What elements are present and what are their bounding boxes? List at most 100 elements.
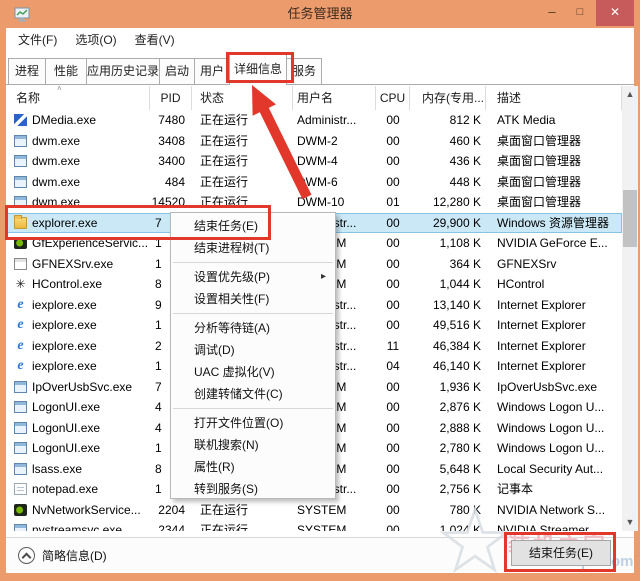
status-cell: 正在运行 [192,520,293,531]
nv-icon [14,504,27,516]
process-name: LogonUI.exe [32,438,100,459]
cpu-cell: 00 [376,459,410,480]
name-cell: ✳HControl.exe [6,274,150,295]
cpu-cell: 04 [376,356,410,377]
context-menu-item-属性(R)[interactable]: 属性(R) [171,456,335,478]
process-name: dwm.exe [32,131,80,152]
mem-cell: 812 K [410,110,486,131]
maximize-button[interactable]: □ [566,0,594,26]
user-cell: SYSTEM [293,520,376,531]
desc-cell: 桌面窗口管理器 [486,192,622,213]
close-button[interactable]: ✕ [596,0,634,26]
context-menu-item-结束进程树(T)[interactable]: 结束进程树(T) [171,237,335,259]
pid-cell: 484 [150,172,192,193]
desc-cell: NVIDIA Streamer... [486,520,622,531]
mem-cell: 46,140 K [410,356,486,377]
win-icon [14,442,27,454]
context-menu-item-联机搜索(N)[interactable]: 联机搜索(N) [171,434,335,456]
context-menu-item-转到服务(S)[interactable]: 转到服务(S) [171,478,335,500]
context-menu-item-调试(D)[interactable]: 调试(D) [171,339,335,361]
scroll-thumb[interactable] [623,190,637,247]
context-menu-item-创建转储文件(C)[interactable]: 创建转储文件(C) [171,383,335,405]
process-name: IpOverUsbSvc.exe [32,377,132,398]
scroll-down-icon[interactable]: ▼ [622,514,638,531]
process-name: iexplore.exe [32,295,97,316]
mem-cell: 2,888 K [410,418,486,439]
name-cell: lsass.exe [6,459,150,480]
table-row[interactable]: nvstreamsvc.exe2344正在运行SYSTEM001,024 KNV… [6,520,622,531]
table-row[interactable]: NvNetworkService...2204正在运行SYSTEM00780 K… [6,500,622,521]
desc-cell: NVIDIA GeForce E... [486,233,622,254]
desc-cell: Windows Logon U... [486,438,622,459]
mem-cell: 780 K [410,500,486,521]
win-icon [14,422,27,434]
mem-cell: 5,648 K [410,459,486,480]
mem-cell: 13,140 K [410,295,486,316]
name-cell: GFNEXSrv.exe [6,254,150,275]
desc-cell: 桌面窗口管理器 [486,172,622,193]
desc-cell: Windows Logon U... [486,397,622,418]
cpu-cell: 01 [376,192,410,213]
column-header-name[interactable]: 名称 [6,86,150,110]
annotation-box-end-task-button [504,532,616,572]
fewer-details-toggle[interactable] [18,547,35,564]
menu-查看(V)[interactable]: 查看(V) [133,29,177,51]
menu-bar: 文件(F) 选项(O) 查看(V) [6,29,177,51]
scroll-up-icon[interactable]: ▲ [622,86,638,103]
cpu-cell: 00 [376,254,410,275]
cpu-cell: 00 [376,131,410,152]
desc-cell: HControl [486,274,622,295]
mem-cell: 2,780 K [410,438,486,459]
desc-cell: IpOverUsbSvc.exe [486,377,622,398]
column-header-cpu[interactable]: CPU [376,86,410,110]
process-name: nvstreamsvc.exe [32,520,122,531]
cpu-cell: 00 [376,438,410,459]
process-name: iexplore.exe [32,336,97,357]
column-header-desc[interactable]: 描述 [486,86,622,110]
process-name: LogonUI.exe [32,397,100,418]
desc-cell: Windows 资源管理器 [486,213,622,234]
context-menu-item-设置优先级(P)[interactable]: 设置优先级(P)▸ [171,266,335,288]
context-menu-item-UAC 虚拟化(V)[interactable]: UAC 虚拟化(V) [171,361,335,383]
status-cell: 正在运行 [192,500,293,521]
cpu-cell: 00 [376,520,410,531]
desc-cell: 记事本 [486,479,622,500]
column-header-pid[interactable]: PID [150,86,192,110]
name-cell: LogonUI.exe [6,418,150,439]
context-menu-item-打开文件位置(O)[interactable]: 打开文件位置(O) [171,412,335,434]
tab-性能[interactable]: 性能 [45,58,87,85]
process-name: iexplore.exe [32,356,97,377]
fewer-details-label: 简略信息(D) [42,538,107,574]
mem-cell: 436 K [410,151,486,172]
tab-启动[interactable]: 启动 [159,58,195,85]
pid-cell: 7480 [150,110,192,131]
cpu-cell: 00 [376,151,410,172]
name-cell: NvNetworkService... [6,500,150,521]
mem-cell: 46,384 K [410,336,486,357]
menu-选项(O)[interactable]: 选项(O) [73,29,118,51]
tab-应用历史记录[interactable]: 应用历史记录 [86,58,160,85]
context-menu: 结束任务(E)结束进程树(T)设置优先级(P)▸设置相关性(F)分析等待链(A)… [170,212,336,499]
minimize-button[interactable]: – [538,0,566,26]
submenu-arrow-icon: ▸ [321,266,326,288]
process-name: lsass.exe [32,459,82,480]
context-menu-item-设置相关性(F)[interactable]: 设置相关性(F) [171,288,335,310]
desc-cell: GFNEXSrv [486,254,622,275]
vertical-scrollbar[interactable]: ▲ ▼ [622,86,638,531]
column-header-mem[interactable]: 内存(专用... [410,86,486,110]
cpu-cell: 00 [376,479,410,500]
cpu-cell: 00 [376,110,410,131]
mem-cell: 2,876 K [410,397,486,418]
win-icon [14,524,27,531]
mem-cell: 448 K [410,172,486,193]
process-name: dwm.exe [32,151,80,172]
tab-进程[interactable]: 进程 [8,58,46,85]
cpu-cell: 00 [376,233,410,254]
pid-cell: 3400 [150,151,192,172]
menu-文件(F)[interactable]: 文件(F) [16,29,59,51]
desc-cell: ATK Media [486,110,622,131]
context-menu-item-分析等待链(A)[interactable]: 分析等待链(A) [171,317,335,339]
win-icon [14,135,27,147]
win-icon [14,155,27,167]
ie-icon: e [14,299,27,311]
